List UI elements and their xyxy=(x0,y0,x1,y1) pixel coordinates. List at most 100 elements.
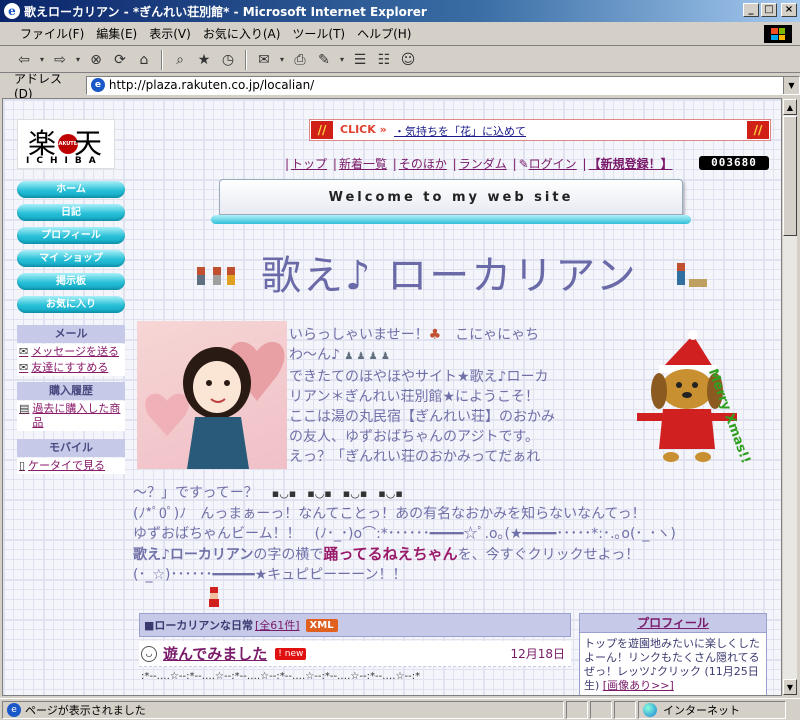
banner-right-icon: // xyxy=(747,121,769,139)
purchase-history-link[interactable]: ▤ 過去に購入した商品 xyxy=(17,401,125,431)
mobile-view-link[interactable]: ▯ ケータイで見る xyxy=(17,458,125,474)
profile-section: プロフィール トップを遊園地みたいに楽しくしたよーん！リンクもたくさん隠れてるぜ… xyxy=(579,613,767,695)
purchase-history-label[interactable]: 過去に購入した商品 xyxy=(32,402,123,430)
sidebar-mail-box: ✉ メッセージを送る ✉ 友達にすすめる xyxy=(17,344,125,376)
back-dropdown-icon[interactable]: ▾ xyxy=(38,50,46,70)
address-input[interactable]: e http://plaza.rakuten.co.jp/localian/ ▼ xyxy=(85,75,800,95)
vertical-scrollbar[interactable]: ▲ ▼ xyxy=(782,98,798,696)
nav-random-link[interactable]: ランダム xyxy=(459,157,507,171)
intro-line: できたてのほやほやサイト★歌え♪ローカ xyxy=(289,369,549,385)
scroll-thumb[interactable] xyxy=(783,116,797,236)
santa-sprite-icon[interactable] xyxy=(207,587,221,607)
intro-text-fragment: の字の横で xyxy=(253,547,324,563)
send-message-label[interactable]: メッセージを送る xyxy=(31,345,119,359)
scroll-up-icon[interactable]: ▲ xyxy=(783,99,797,115)
menu-edit[interactable]: 編集(E) xyxy=(90,25,143,42)
browser-toolbar: ⇦ ▾ ⇨ ▾ ⊗ ⟳ ⌂ ⌕ ★ ◷ ✉ ▾ ⎙ ✎ ▾ ☰ ☷ ☺ xyxy=(0,47,800,73)
edit-icon[interactable]: ✎ xyxy=(314,50,334,70)
home-icon[interactable]: ⌂ xyxy=(134,50,154,70)
refresh-icon[interactable]: ⟳ xyxy=(110,50,130,70)
send-message-link[interactable]: ✉ メッセージを送る xyxy=(17,344,125,360)
new-badge: ! new xyxy=(275,647,307,660)
mail-icon[interactable]: ✉ xyxy=(254,50,274,70)
windows-logo-icon xyxy=(764,25,792,43)
nav-myshop-button[interactable]: マイ ショップ xyxy=(17,250,125,267)
address-label: アドレス(D) xyxy=(14,71,63,101)
discuss-icon[interactable]: ☰ xyxy=(350,50,370,70)
smiley-face-icon: ◡ xyxy=(141,645,157,662)
minimize-button[interactable]: _ xyxy=(743,3,759,17)
blog-entry-title-link[interactable]: 遊んでみました xyxy=(163,643,267,664)
address-dropdown-icon[interactable]: ▼ xyxy=(783,76,799,94)
rakuten-logo[interactable]: 楽 RAKUTEN 天 ICHIBA xyxy=(17,119,115,169)
history-icon[interactable]: ◷ xyxy=(218,50,238,70)
profile-image-link[interactable]: [画像あり>>] xyxy=(603,679,674,692)
print-icon[interactable]: ⎙ xyxy=(290,50,310,70)
maximize-button[interactable]: □ xyxy=(761,3,777,17)
close-button[interactable]: × xyxy=(781,3,797,17)
window-titlebar: e 歌えローカリアン - *ぎんれい荘別館* - Microsoft Inter… xyxy=(0,0,800,22)
sidebar-history-heading: 購入履歴 xyxy=(17,382,125,400)
research-icon[interactable]: ☷ xyxy=(374,50,394,70)
menu-favorites[interactable]: お気に入り(A) xyxy=(197,25,287,42)
intro-line: ここは湯の丸民宿【ぎんれい荘】のおかみ xyxy=(289,409,555,425)
intro-welcome: いらっしゃいませー！ xyxy=(289,327,429,343)
page-viewport: 楽 RAKUTEN 天 ICHIBA ホーム 日記 プロフィール マイ ショップ… xyxy=(2,98,782,696)
face-sprites-icon: ▪◡▪ ▪◡▪ ▪◡▪ ▪◡▪ xyxy=(271,487,403,500)
small-sprite-icon[interactable]: ♣ xyxy=(429,327,442,343)
click-banner[interactable]: // CLICK » ・気持ちを「花」に込めて // xyxy=(309,119,771,141)
blog-count-link[interactable]: [全61件] xyxy=(255,617,300,633)
menu-view[interactable]: 表示(V) xyxy=(143,25,197,42)
nav-other-link[interactable]: そのほか xyxy=(399,157,447,171)
small-sprites-icon[interactable]: ♟ ♟ ♟ ♟ xyxy=(344,351,389,362)
recommend-friend-link[interactable]: ✉ 友達にすすめる xyxy=(17,360,125,376)
search-icon[interactable]: ⌕ xyxy=(170,50,190,70)
nav-login-link[interactable]: ログイン xyxy=(529,157,577,171)
sleeping-person-sprite-icon[interactable] xyxy=(675,261,711,291)
blog-divider-stars: :*--‥‥☆--:*--‥‥☆--:*--‥‥☆--:*--‥‥☆--:*--… xyxy=(141,671,421,682)
nav-register-link[interactable]: 【新規登録！】 xyxy=(589,157,673,171)
page-icon: e xyxy=(90,78,105,92)
messenger-icon[interactable]: ☺ xyxy=(398,50,418,70)
address-url[interactable]: http://plaza.rakuten.co.jp/localian/ xyxy=(109,78,783,92)
intro-text-fragment: を、今すぐクリックせよっ！ xyxy=(457,547,640,563)
intro-line: リアン＊ぎんれい荘別館★にようこそ！ xyxy=(289,389,539,405)
xml-feed-button[interactable]: XML xyxy=(305,618,338,632)
intro-bottom-line2: (ﾉ*ﾟ0ﾟ)ﾉ んっまぁーっ！なんてことっ！あの有名なおかみを知らないなんてっ… xyxy=(133,506,646,522)
profile-heading-link[interactable]: プロフィール xyxy=(579,613,767,633)
edit-dropdown-icon[interactable]: ▾ xyxy=(338,50,346,70)
recommend-friend-label[interactable]: 友達にすすめる xyxy=(31,361,108,375)
menu-file[interactable]: ファイル(F) xyxy=(14,25,90,42)
forward-dropdown-icon[interactable]: ▾ xyxy=(74,50,82,70)
nav-new-list-link[interactable]: 新着一覧 xyxy=(339,157,387,171)
dancing-people-sprite-icon[interactable] xyxy=(195,263,247,291)
forward-icon[interactable]: ⇨ xyxy=(50,50,70,70)
mobile-view-label[interactable]: ケータイで見る xyxy=(28,459,105,473)
nav-favorites-button[interactable]: お気に入り xyxy=(17,296,125,313)
nav-profile-button[interactable]: プロフィール xyxy=(17,227,125,244)
christmas-dog-illustration: Merry Xmas!! xyxy=(623,327,773,477)
mail-dropdown-icon[interactable]: ▾ xyxy=(278,50,286,70)
nav-bbs-button[interactable]: 掲示板 xyxy=(17,273,125,290)
blog-header: ■ローカリアンな日常 [全61件] XML xyxy=(139,613,571,637)
intro-wan: わ～ん♪ xyxy=(289,347,340,363)
scroll-down-icon[interactable]: ▼ xyxy=(783,679,797,695)
welcome-banner: Welcome to my web site xyxy=(219,179,683,215)
nav-top-link[interactable]: トップ xyxy=(291,157,327,171)
favorites-icon[interactable]: ★ xyxy=(194,50,214,70)
intro-line: ～？」ですってー？ ▪◡▪ ▪◡▪ ▪◡▪ ▪◡▪ xyxy=(133,483,753,504)
back-icon[interactable]: ⇦ xyxy=(14,50,34,70)
blog-entry: ◡ 遊んでみました ! new 12月18日 xyxy=(139,641,571,667)
envelope-icon: ✉ xyxy=(19,361,29,374)
nav-diary-button[interactable]: 日記 xyxy=(17,204,125,221)
menu-help[interactable]: ヘルプ(H) xyxy=(351,25,417,42)
click-banner-link[interactable]: ・気持ちを「花」に込めて xyxy=(394,123,526,139)
blog-title: ■ローカリアンな日常 xyxy=(144,619,253,632)
sidebar-mobile-heading: モバイル xyxy=(17,439,125,457)
intro-line: の友人、ゆずおばちゃんのアジトです。 xyxy=(289,429,540,445)
sidebar-history-box: ▤ 過去に購入した商品 xyxy=(17,401,125,431)
intro-greeting: こにゃにゃち xyxy=(455,327,540,343)
nav-home-button[interactable]: ホーム xyxy=(17,181,125,198)
menu-tools[interactable]: ツール(T) xyxy=(286,25,351,42)
stop-icon[interactable]: ⊗ xyxy=(86,50,106,70)
